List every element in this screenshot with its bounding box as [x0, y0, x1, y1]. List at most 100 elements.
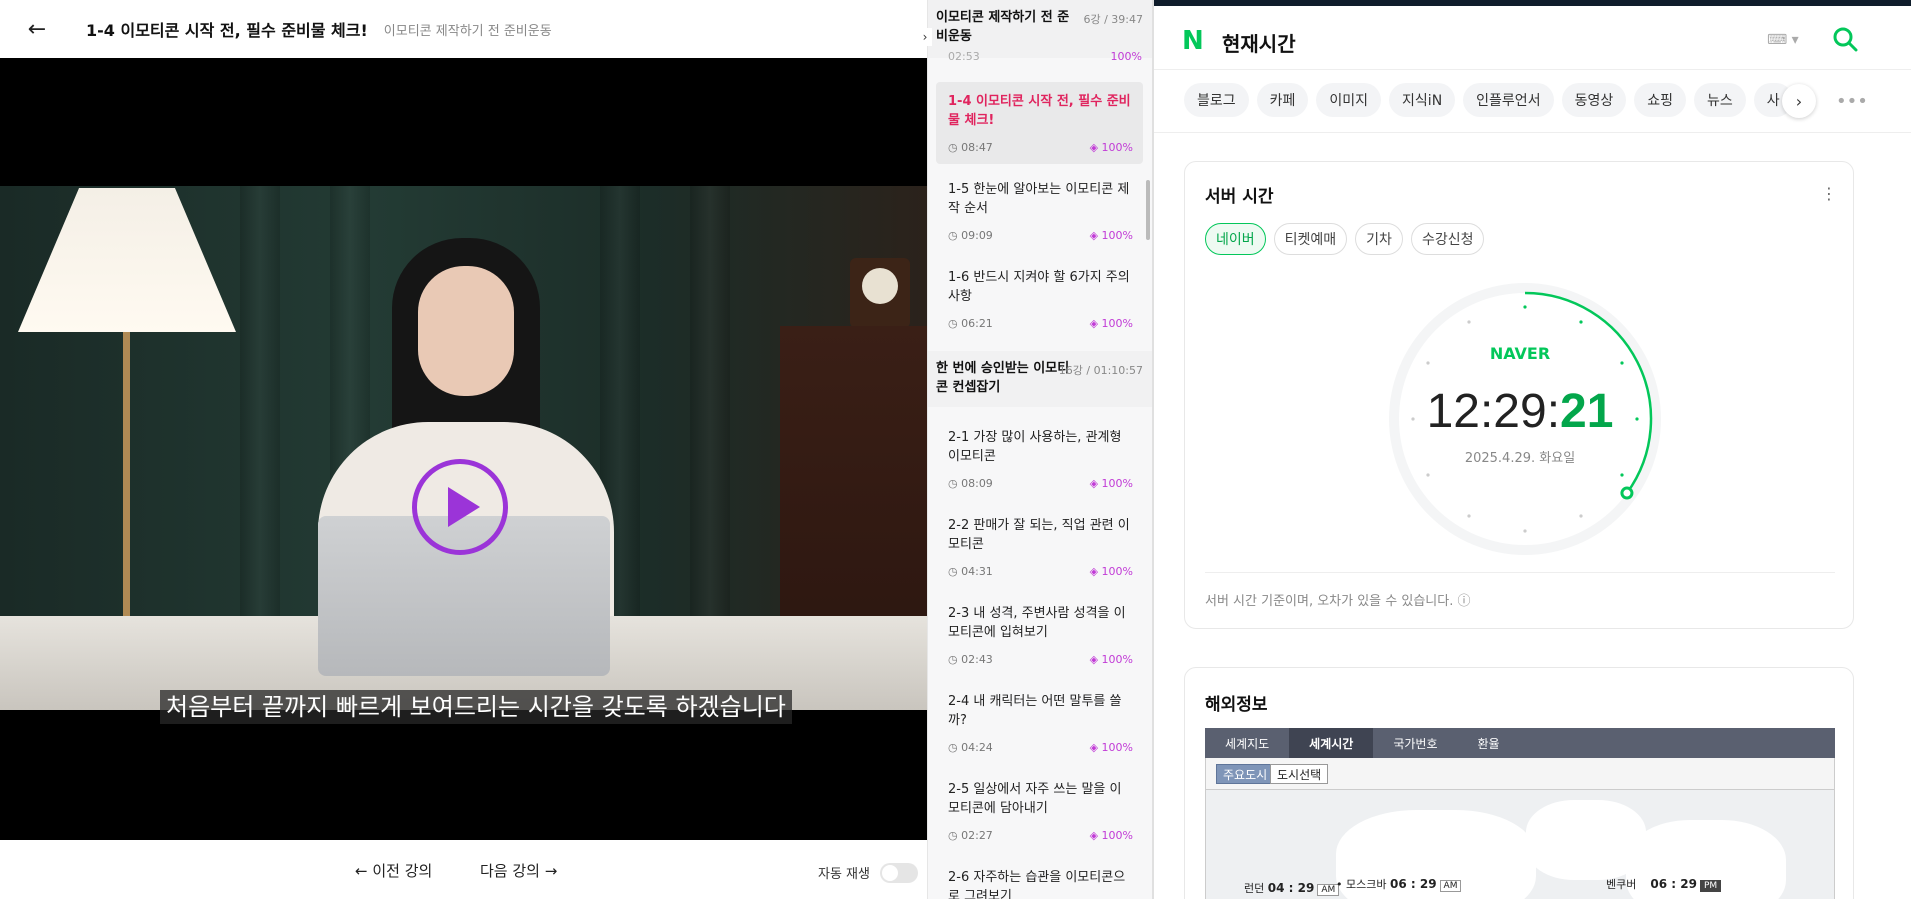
dial-tick [1467, 320, 1471, 324]
search-tabs: 블로그 카페 이미지 지식iN 인플루언서 동영상 쇼핑 뉴스 사 [1184, 83, 1793, 119]
tab-shopping[interactable]: 쇼핑 [1634, 83, 1686, 117]
more-icon[interactable]: ••• [1836, 91, 1868, 112]
lecture-header: ← 1-4 이모티콘 시작 전, 필수 준비물 체크! 이모티콘 제작하기 전 … [0, 0, 927, 58]
kebab-menu-icon[interactable]: ⋮ [1821, 184, 1837, 203]
lecture-nav-bar [0, 840, 927, 899]
lesson-title: 1-4 이모티콘 시작 전, 필수 준비물 체크! [948, 94, 1131, 128]
server-time-note[interactable]: 서버 시간 기준이며, 오차가 있을 수 있습니다. ⓘ [1205, 590, 1470, 609]
section-title: 한 번에 승인받는 이모티콘 컨셉잡기 [936, 361, 1070, 395]
tab-world-time[interactable]: 세계시간 [1289, 728, 1374, 758]
city-moscow[interactable]: • 모스크바 06 : 29 AM [1336, 876, 1462, 892]
prev-lecture-button[interactable]: ← 이전 강의 [355, 860, 432, 881]
tab-country-code[interactable]: 국가번호 [1373, 728, 1457, 758]
tab-exchange[interactable]: 환율 [1458, 728, 1520, 758]
dial-tick [1426, 473, 1430, 477]
playlist-item[interactable]: 2-1 가장 많이 사용하는, 관계형 이모티콘 ◷ 08:09 ◈ 100% [936, 418, 1143, 500]
playlist-item[interactable]: 2-2 판매가 잘 되는, 직업 관련 이모티콘 ◷ 04:31 ◈ 100% [936, 506, 1143, 588]
lecture-chapter: 이모티콘 제작하기 전 준비운동 [383, 23, 552, 39]
chevron-right-icon[interactable]: › [918, 28, 932, 46]
playlist-item[interactable]: 1-5 한눈에 알아보는 이모티콘 제작 순서 ◷ 09:09 ◈ 100% [936, 170, 1143, 252]
autoplay-label: 자동 재생 [818, 867, 870, 882]
naver-logo[interactable]: N [1182, 26, 1204, 56]
lesson-progress: ◈ 100% [1089, 317, 1133, 330]
naver-search-window: N 현재시간 ⌨ ▾ 블로그 카페 이미지 지식iN 인플루언서 동영상 쇼핑 … [1152, 0, 1911, 899]
server-time-card: 서버 시간 ⋮ 네이버 티켓예매 기차 수강신청 NAVER 12:29:21 … [1184, 161, 1854, 629]
lesson-duration: ◷ 08:09 [948, 477, 993, 490]
lecture-title: 1-4 이모티콘 시작 전, 필수 준비물 체크! [86, 21, 368, 40]
chip-naver[interactable]: 네이버 [1205, 223, 1266, 255]
lesson-duration: ◷ 02:27 [948, 829, 993, 842]
tab-video[interactable]: 동영상 [1561, 83, 1627, 117]
playlist-item[interactable]: 1-6 반드시 지켜야 할 6가지 주의사항 ◷ 06:21 ◈ 100% [936, 258, 1143, 340]
lesson-duration: ◷ 02:43 [948, 653, 993, 666]
chip-ticket[interactable]: 티켓예매 [1273, 223, 1348, 255]
lesson-progress: ◈ 100% [1089, 741, 1133, 754]
keyboard-icon[interactable]: ⌨ ▾ [1767, 32, 1799, 48]
lamp-shade [18, 188, 236, 332]
lesson-progress: ◈ 100% [1089, 653, 1133, 666]
lesson-progress: ◈ 100% [1089, 829, 1133, 842]
divider [1154, 132, 1911, 133]
lesson-progress: ◈ 100% [1089, 141, 1133, 154]
playlist-scrollbar[interactable] [1146, 180, 1150, 240]
chip-course[interactable]: 수강신청 [1410, 223, 1485, 255]
lecture-player-window: ← 1-4 이모티콘 시작 전, 필수 준비물 체크! 이모티콘 제작하기 전 … [0, 0, 1152, 899]
lesson-title: 1-6 반드시 지켜야 할 6가지 주의사항 [948, 270, 1130, 304]
lecture-playlist[interactable]: 이모티콘 제작하기 전 준비운동 6강 / 39:47 02:53 100% 1… [927, 0, 1152, 899]
chevron-right-icon[interactable]: › [1782, 84, 1816, 118]
lesson-title: 2-5 일상에서 자주 쓰는 말을 이모티콘에 담아내기 [948, 782, 1122, 816]
subtab-major-cities[interactable]: 주요도시 [1216, 764, 1275, 784]
lesson-title: 1-5 한눈에 알아보는 이모티콘 제작 순서 [948, 182, 1130, 216]
world-tabs: 세계지도 세계시간 국가번호 환율 [1205, 728, 1835, 758]
dial-tick [1579, 320, 1583, 324]
play-button[interactable] [412, 459, 508, 555]
tab-world-map[interactable]: 세계지도 [1205, 728, 1289, 758]
back-arrow-icon[interactable]: ← [0, 0, 74, 58]
playlist-item-active[interactable]: 1-4 이모티콘 시작 전, 필수 준비물 체크! ◷ 08:47 ◈ 100% [936, 82, 1143, 164]
tab-news[interactable]: 뉴스 [1693, 83, 1746, 117]
dial-tick [1467, 514, 1471, 518]
lesson-progress: ◈ 100% [1089, 565, 1133, 578]
search-query[interactable]: 현재시간 [1222, 28, 1296, 57]
chip-train[interactable]: 기차 [1355, 223, 1403, 255]
play-icon [448, 487, 480, 527]
tab-kin[interactable]: 지식iN [1389, 83, 1456, 117]
tab-cafe[interactable]: 카페 [1256, 83, 1309, 117]
world-time-map: 런던 04 : 29 AM • 모스크바 06 : 29 AM 벤쿠버 06 : 2… [1205, 790, 1835, 899]
lesson-title: 2-6 자주하는 습관을 이모티콘으로 그려보기 [948, 870, 1126, 899]
subtab-city-select[interactable]: 도시선택 [1270, 764, 1329, 784]
lesson-duration: ◷ 08:47 [948, 141, 993, 154]
time-seconds: 21 [1560, 385, 1614, 438]
server-chips: 네이버 티켓예매 기차 수강신청 [1205, 223, 1485, 255]
lesson-duration: ◷ 09:09 [948, 229, 993, 242]
toggle-knob [882, 865, 898, 881]
tab-blog[interactable]: 블로그 [1184, 83, 1249, 117]
lesson-progress: ◈ 100% [1089, 477, 1133, 490]
playlist-item[interactable]: 2-4 내 캐릭터는 어떤 말투를 쓸까? ◷ 04:24 ◈ 100% [936, 682, 1143, 764]
section-meta: 16강 / 01:10:57 [1058, 364, 1143, 377]
city-vancouver[interactable]: 벤쿠버 06 : 29 PM [1606, 876, 1722, 892]
video-player[interactable]: 처음부터 끝까지 빠르게 보여드리는 시간을 갖도록 하겠습니다 [0, 58, 927, 840]
video-subtitle: 처음부터 끝까지 빠르게 보여드리는 시간을 갖도록 하겠습니다 [160, 690, 792, 724]
playlist-item[interactable]: 2-6 자주하는 습관을 이모티콘으로 그려보기 [936, 858, 1143, 899]
next-lecture-button[interactable]: 다음 강의 → [480, 860, 557, 881]
playlist-section-header[interactable]: 한 번에 승인받는 이모티콘 컨셉잡기 16강 / 01:10:57 [928, 351, 1152, 407]
search-icon[interactable] [1832, 26, 1858, 52]
naver-brand: NAVER [1489, 344, 1551, 363]
server-date: 2025.4.29. 화요일 [1464, 451, 1576, 466]
autoplay-toggle[interactable] [880, 863, 918, 883]
lesson-duration: ◷ 04:31 [948, 565, 993, 578]
dial-tick [1620, 473, 1624, 477]
search-header: N 현재시간 ⌨ ▾ [1154, 6, 1911, 70]
playlist-item[interactable]: 2-3 내 성격, 주변사람 성격을 이모티콘에 입혀보기 ◷ 02:43 ◈ … [936, 594, 1143, 676]
server-time: 12:29:21 [1185, 384, 1855, 439]
playlist-item[interactable]: 2-5 일상에서 자주 쓰는 말을 이모티콘에 담아내기 ◷ 02:27 ◈ 1… [936, 770, 1143, 852]
card-title: 서버 시간 [1205, 187, 1274, 207]
lesson-title: 2-1 가장 많이 사용하는, 관계형 이모티콘 [948, 430, 1122, 464]
lesson-title: 2-4 내 캐릭터는 어떤 말투를 쓸까? [948, 694, 1122, 728]
partial-lesson-duration: 02:53 [948, 50, 980, 63]
world-info-card: 해외정보 세계지도 세계시간 국가번호 환율 주요도시 도시선택 런던 04 :… [1184, 667, 1854, 899]
city-london[interactable]: 런던 04 : 29 AM [1244, 880, 1340, 896]
tab-image[interactable]: 이미지 [1316, 83, 1382, 117]
tab-influencer[interactable]: 인플루언서 [1463, 83, 1554, 117]
